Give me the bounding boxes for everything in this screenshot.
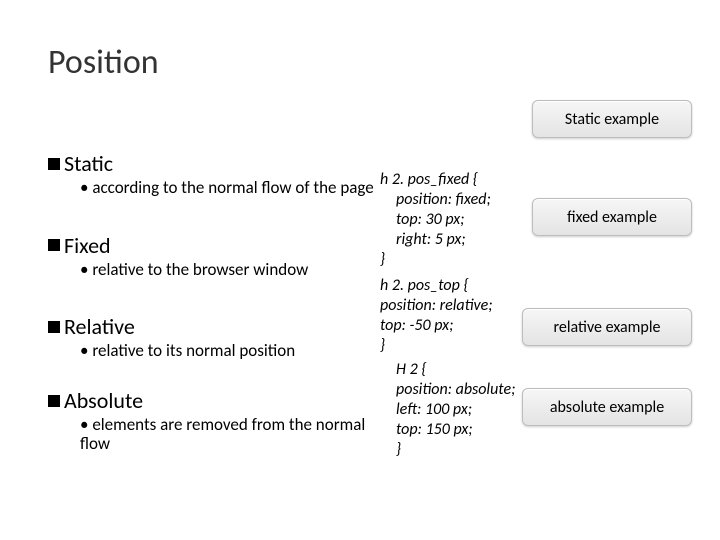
code-line: top: 30 px; (380, 210, 515, 230)
relative-example-button[interactable]: relative example (522, 308, 692, 346)
square-bullet-icon (48, 158, 60, 170)
heading-static: Static (48, 150, 388, 177)
square-bullet-icon (48, 395, 60, 407)
bullet-relative: relative to its normal position (80, 342, 388, 361)
code-line: } (380, 250, 515, 270)
code-fixed: h 2. pos_fixed { position: fixed; top: 3… (380, 170, 515, 270)
code-line: top: 150 px; (380, 420, 515, 440)
code-line: } (380, 440, 515, 460)
code-relative: h 2. pos_top { position: relative; top: … (380, 276, 515, 356)
heading-label: Fixed (64, 232, 111, 259)
code-line: } (380, 336, 515, 356)
bullet-fixed: relative to the browser window (80, 261, 388, 280)
fixed-example-button[interactable]: fixed example (532, 198, 692, 236)
code-line: position: absolute; (380, 380, 515, 400)
square-bullet-icon (48, 321, 60, 333)
slide-title: Position (48, 42, 159, 83)
code-examples: h 2. pos_fixed { position: fixed; top: 3… (380, 170, 515, 464)
code-absolute: H 2 { position: absolute; left: 100 px; … (380, 360, 515, 460)
static-example-button[interactable]: Static example (532, 100, 692, 138)
code-line: H 2 { (380, 360, 515, 380)
heading-label: Static (64, 150, 113, 177)
heading-label: Relative (64, 313, 135, 340)
bullet-static: according to the normal flow of the page (80, 179, 388, 198)
heading-label: Absolute (64, 387, 143, 414)
code-line: h 2. pos_fixed { (380, 170, 515, 190)
absolute-example-button[interactable]: absolute example (522, 388, 692, 426)
heading-absolute: Absolute (48, 387, 388, 414)
code-line: top: -50 px; (380, 316, 515, 336)
heading-relative: Relative (48, 313, 388, 340)
code-line: position: relative; (380, 296, 515, 316)
code-line: h 2. pos_top { (380, 276, 515, 296)
positions-list: Static according to the normal flow of t… (48, 150, 388, 453)
heading-fixed: Fixed (48, 232, 388, 259)
code-line: right: 5 px; (380, 230, 515, 250)
square-bullet-icon (48, 239, 60, 251)
bullet-absolute: elements are removed from the normal flo… (80, 416, 388, 453)
code-line: left: 100 px; (380, 400, 515, 420)
code-line: position: fixed; (380, 190, 515, 210)
